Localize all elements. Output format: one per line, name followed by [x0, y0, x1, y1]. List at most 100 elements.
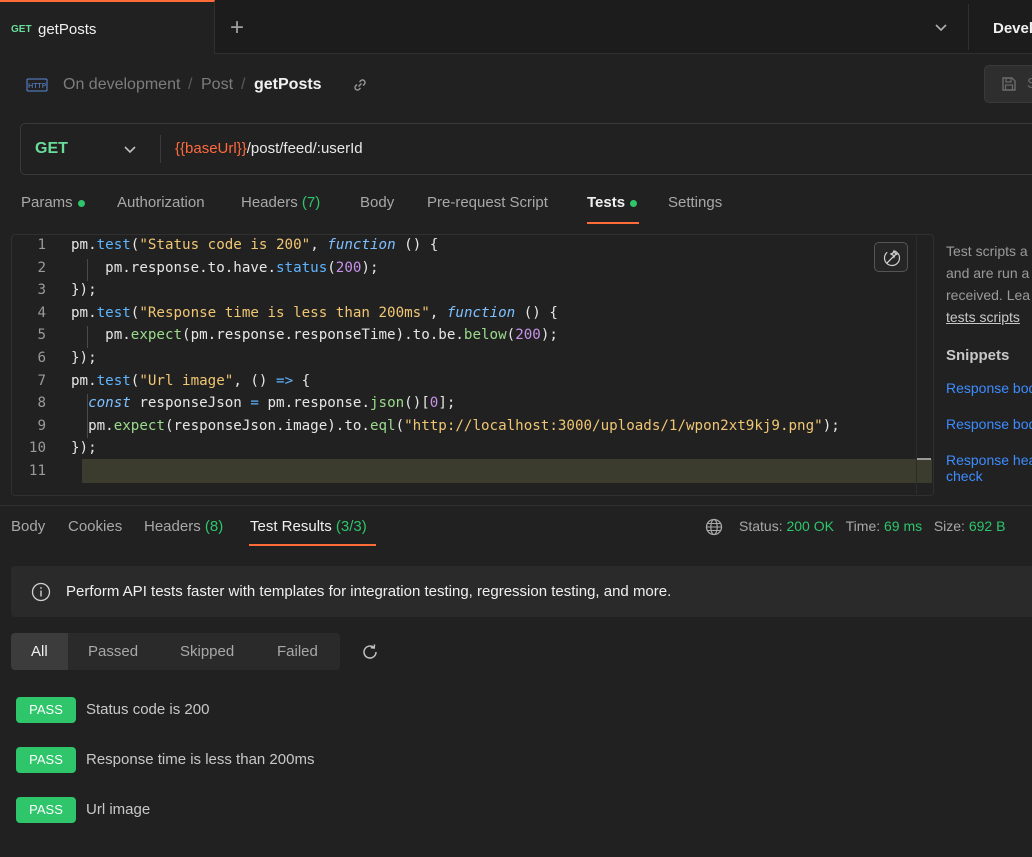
description-line: Test scripts a: [946, 243, 1028, 259]
response-tab-cookies[interactable]: Cookies: [68, 518, 122, 535]
save-button-label: S: [1027, 75, 1032, 92]
filter-all-label: All: [31, 643, 48, 660]
response-tab-test-results[interactable]: Test Results (3/3): [250, 518, 367, 535]
tab-label: Headers: [241, 194, 298, 211]
pass-badge: PASS: [16, 797, 76, 823]
banner-text: Perform API tests faster with templates …: [66, 583, 672, 600]
line-number: 5: [37, 327, 46, 343]
time-label: Time:: [845, 518, 881, 534]
divider: [0, 505, 1032, 506]
code-line: 8 const responseJson = pm.response.json(…: [0, 392, 920, 415]
line-number: 4: [37, 305, 46, 321]
tab-method-badge: GET: [11, 24, 32, 35]
method-value: GET: [35, 140, 68, 157]
tab-count: (7): [301, 194, 321, 211]
status-dot: [77, 199, 85, 207]
filter-failed-button[interactable]: Failed: [277, 643, 318, 660]
tab-count: (8): [204, 518, 224, 535]
size-value[interactable]: 692 B: [969, 518, 1006, 534]
test-result-name: Response time is less than 200ms: [86, 751, 315, 768]
code-text: pm.test("Url image", () => {: [71, 373, 311, 389]
breadcrumb-separator: /: [241, 76, 246, 93]
svg-text:HTTP: HTTP: [28, 82, 46, 90]
line-number: 1: [37, 237, 46, 253]
test-result-name: Status code is 200: [86, 701, 210, 718]
snippet-link[interactable]: Response bod: [946, 416, 1032, 432]
request-tab-getposts[interactable]: [0, 0, 215, 54]
pass-badge: PASS: [16, 697, 76, 723]
code-line: 6});: [0, 347, 920, 370]
time-value[interactable]: 69 ms: [884, 518, 922, 534]
code-text: });: [71, 350, 97, 366]
code-line: 1 pm.test("Status code is 200", function …: [0, 234, 920, 257]
line-number: 9: [37, 418, 46, 434]
code-text: });: [71, 440, 97, 456]
globe-icon[interactable]: [705, 518, 723, 536]
snippet-link[interactable]: Response hea: [946, 452, 1032, 468]
status-dot: [630, 199, 638, 207]
link-icon[interactable]: [351, 76, 369, 94]
description-line: received. Lea: [946, 287, 1031, 303]
http-icon: HTTP: [26, 78, 48, 92]
pass-badge: PASS: [16, 747, 76, 773]
tab-params[interactable]: Params: [21, 194, 85, 211]
docs-link[interactable]: tests scripts: [946, 306, 1030, 328]
snippet-link[interactable]: check: [946, 468, 983, 484]
divider: [160, 135, 161, 163]
tab-count: (3/3): [335, 518, 367, 535]
breadcrumb-item-folder[interactable]: Post: [201, 76, 233, 94]
url-path: /post/feed/:userId: [246, 140, 363, 157]
tab-tests[interactable]: Tests: [587, 194, 638, 211]
tab-label: Test Results: [250, 518, 332, 535]
chevron-down-icon[interactable]: [930, 18, 952, 38]
status-label: Status:: [739, 518, 783, 534]
tab-body[interactable]: Body: [360, 194, 394, 211]
breadcrumb-separator: /: [188, 76, 193, 93]
code-text: pm.expect(pm.response.responseTime).to.b…: [71, 327, 558, 343]
status-value[interactable]: 200 OK: [786, 518, 833, 534]
snippet-link[interactable]: Response bod: [946, 380, 1032, 396]
tab-authorization[interactable]: Authorization: [117, 194, 205, 211]
line-number: 7: [37, 373, 46, 389]
active-tab-indicator: [249, 544, 376, 546]
breadcrumb-item-request[interactable]: getPosts: [254, 76, 322, 94]
tab-label: Tests: [587, 194, 626, 211]
url-input[interactable]: {{baseUrl}}/post/feed/:userId: [175, 140, 363, 157]
code-text: const responseJson = pm.response.json()[…: [88, 395, 456, 411]
code-line: 4 pm.test("Response time is less than 200…: [0, 302, 920, 325]
description-line: and are run a: [946, 265, 1030, 281]
info-icon: [31, 582, 51, 602]
code-line: 10});: [0, 437, 920, 460]
active-tab-indicator: [587, 222, 639, 224]
line-number: 6: [37, 350, 46, 366]
code-text: pm.response.to.have.status(200);: [71, 260, 379, 276]
tab-pre-request-script[interactable]: Pre-request Script: [427, 194, 548, 211]
code-line: 5 pm.expect(pm.response.responseTime).to…: [0, 324, 920, 347]
code-text: pm.expect(responseJson.image).to.eql("ht…: [71, 418, 840, 434]
snippets-heading: Snippets: [946, 347, 1010, 364]
response-status-bar: Status: 200 OK Time: 69 ms Size: 692 B: [739, 518, 1005, 534]
line-number: 10: [28, 440, 46, 456]
refresh-icon[interactable]: [360, 642, 380, 662]
tab-title: getPosts: [38, 21, 97, 38]
breadcrumb-item-collection[interactable]: On development: [63, 76, 180, 94]
line-number: 2: [37, 260, 46, 276]
code-text: pm.test("Response time is less than 200m…: [71, 305, 558, 321]
response-tab-body[interactable]: Body: [11, 518, 45, 535]
filter-passed-button[interactable]: Passed: [88, 643, 138, 660]
save-button[interactable]: [984, 65, 1032, 103]
line-number: 11: [28, 463, 46, 479]
divider: [968, 4, 969, 50]
tab-headers[interactable]: Headers (7): [241, 194, 320, 211]
environment-selector[interactable]: Devel: [993, 20, 1032, 37]
ai-assist-button[interactable]: [874, 242, 908, 272]
tab-settings[interactable]: Settings: [668, 194, 722, 211]
code-text: pm.test("Status code is 200", function (…: [71, 237, 439, 253]
response-tab-headers[interactable]: Headers (8): [144, 518, 223, 535]
tab-label: Headers: [144, 518, 201, 535]
size-label: Size:: [933, 518, 965, 534]
code-line: 7 pm.test("Url image", () => {: [0, 370, 920, 393]
chevron-down-icon[interactable]: [122, 141, 138, 157]
filter-skipped-button[interactable]: Skipped: [180, 643, 234, 660]
new-tab-button[interactable]: +: [230, 14, 244, 42]
